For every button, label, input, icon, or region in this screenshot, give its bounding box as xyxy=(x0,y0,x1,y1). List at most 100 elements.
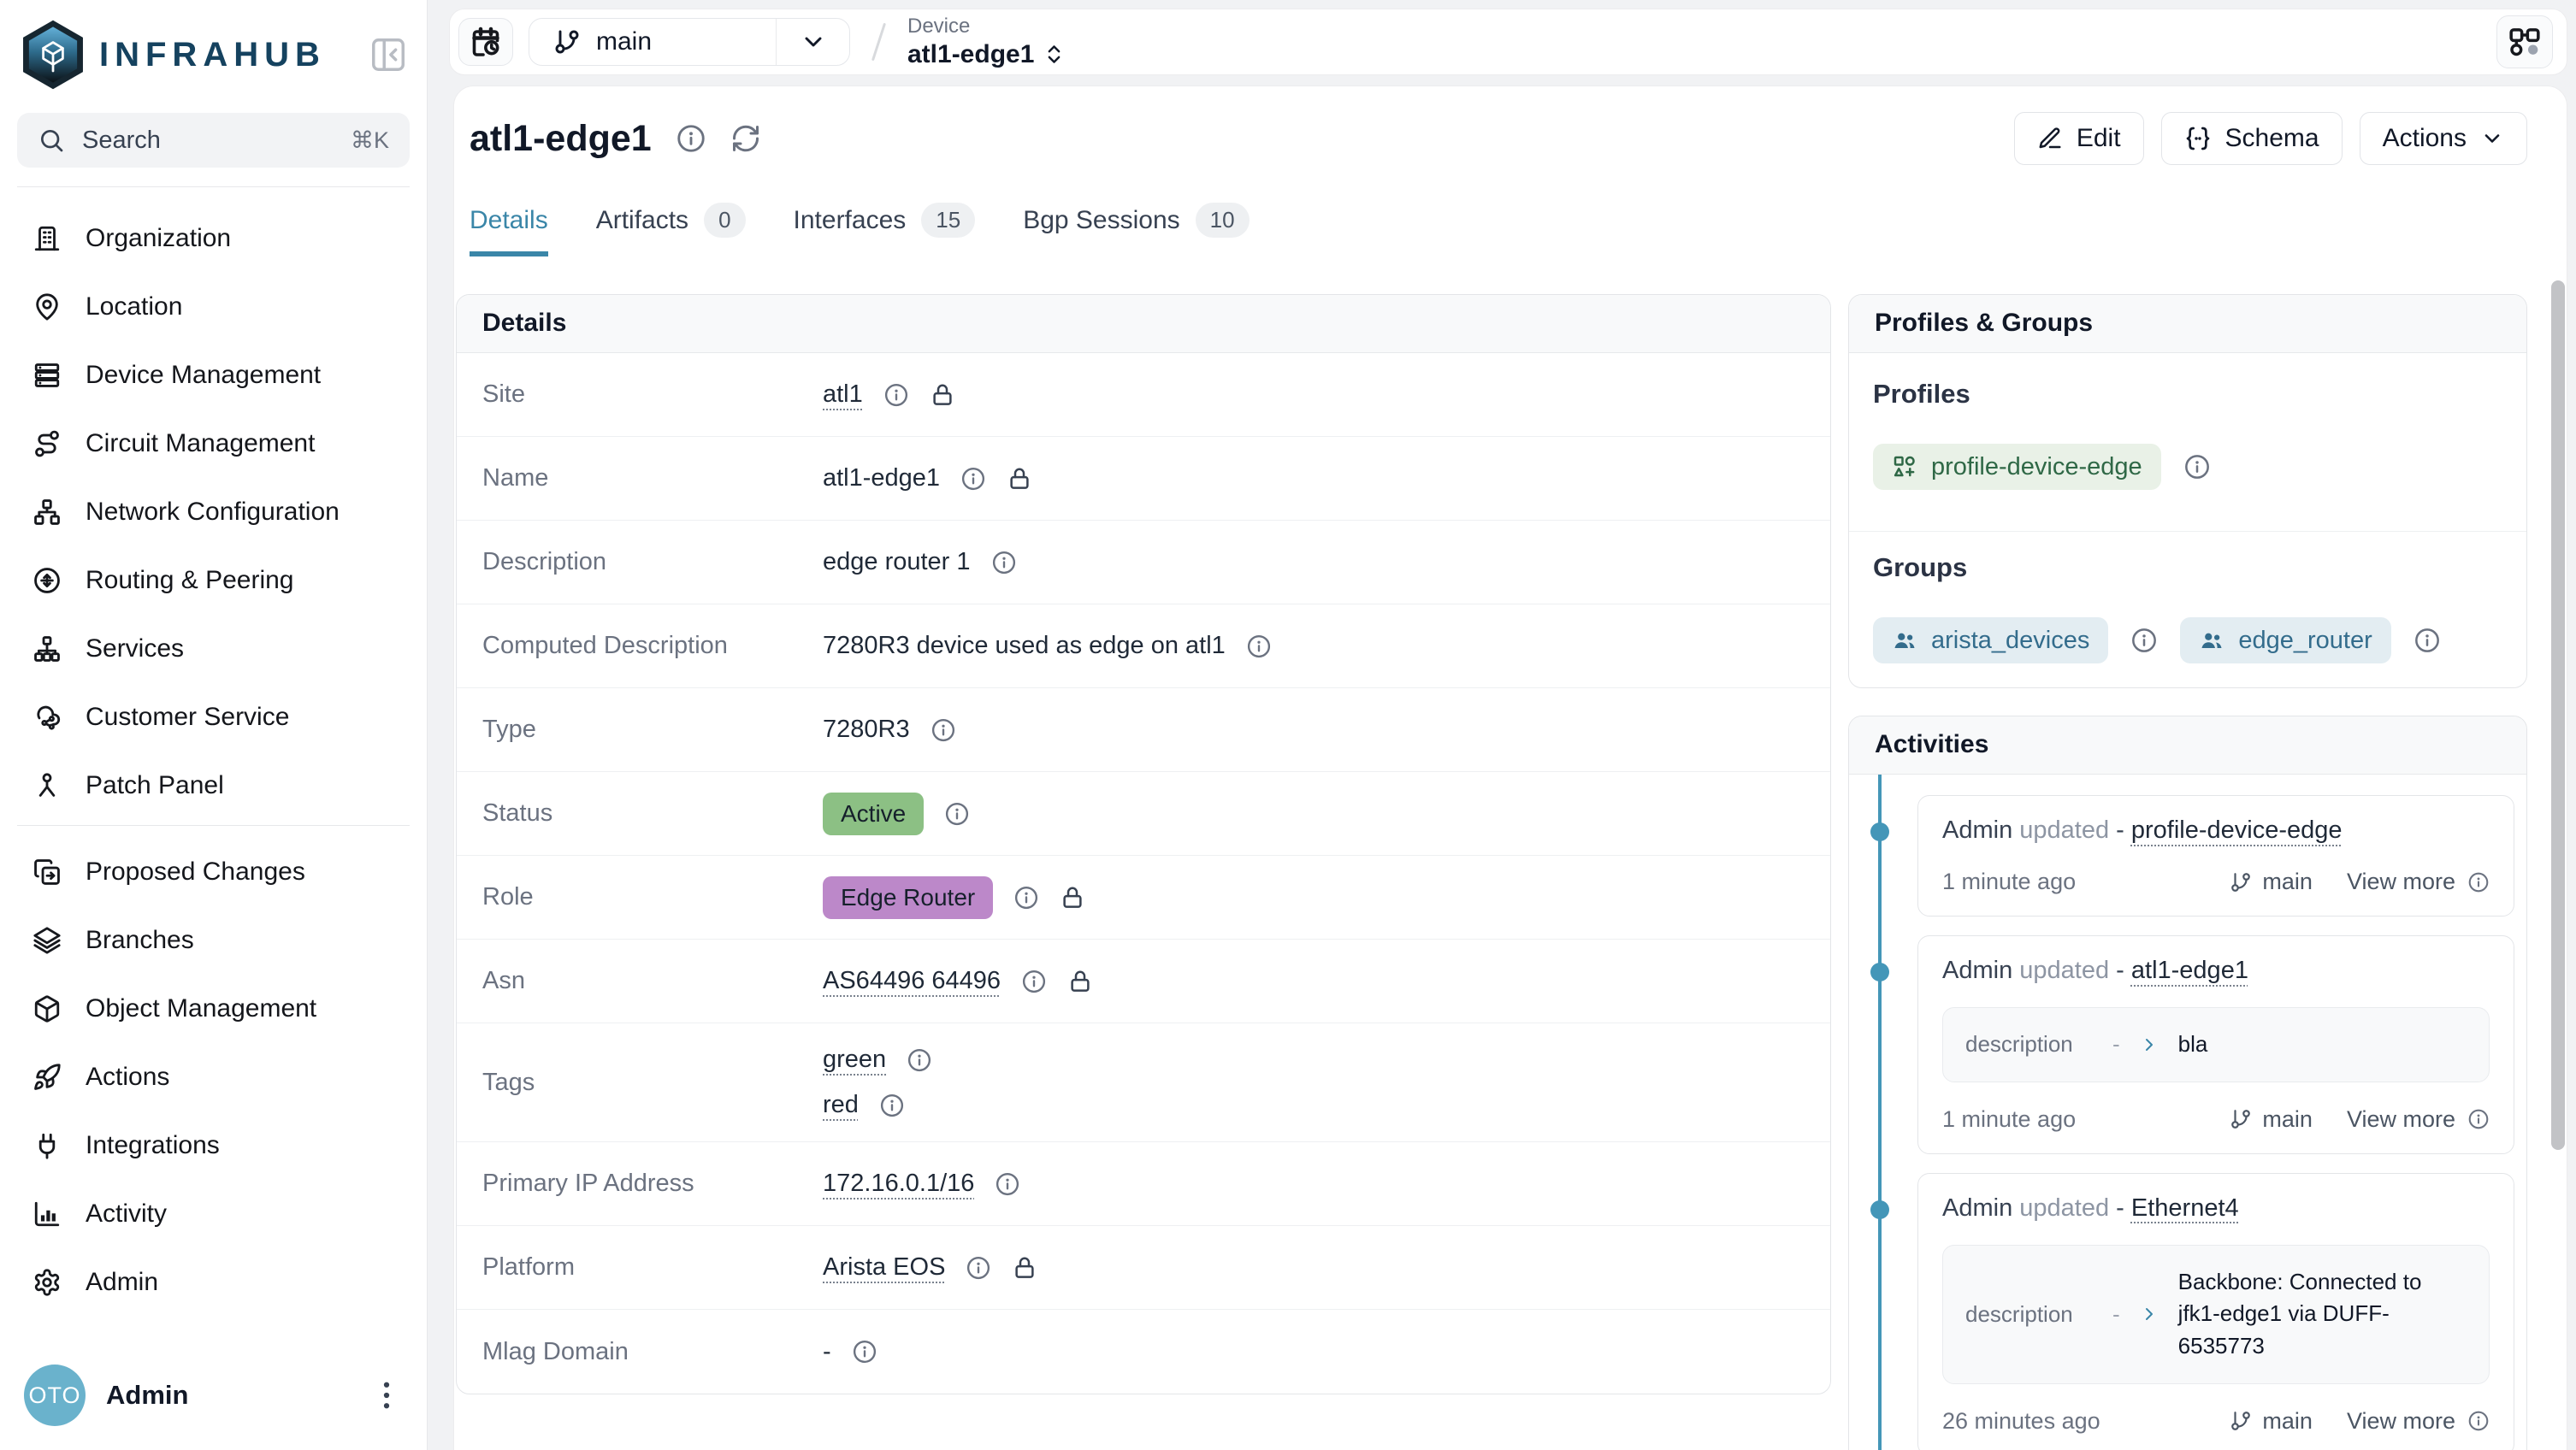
activity-time: 1 minute ago xyxy=(1942,1106,2230,1133)
edit-button[interactable]: Edit xyxy=(2014,112,2144,165)
sidebar-item-label: Integrations xyxy=(86,1131,220,1160)
sidebar-item-organization[interactable]: Organization xyxy=(0,204,427,273)
sidebar-item-network-configuration[interactable]: Network Configuration xyxy=(0,478,427,546)
sidebar-item-location[interactable]: Location xyxy=(0,273,427,341)
group-chip[interactable]: edge_router xyxy=(2180,617,2390,663)
tab-details[interactable]: Details xyxy=(470,203,548,256)
activity-target-link[interactable]: atl1-edge1 xyxy=(2131,957,2248,984)
activity-branch[interactable]: main xyxy=(2230,1106,2313,1133)
info-icon[interactable] xyxy=(966,1255,991,1281)
schema-button[interactable]: Schema xyxy=(2161,112,2343,165)
git-branch-icon xyxy=(2230,1410,2252,1432)
info-icon[interactable] xyxy=(991,550,1017,575)
content-columns: Details Siteatl1Nameatl1-edge1Descriptio… xyxy=(456,294,2527,1450)
info-icon[interactable] xyxy=(2414,627,2441,654)
group-chip[interactable]: arista_devices xyxy=(1873,617,2108,663)
branch-dropdown-button[interactable] xyxy=(776,19,849,65)
value-link[interactable]: AS64496 64496 xyxy=(823,967,1001,995)
sidebar-item-device-management[interactable]: Device Management xyxy=(0,341,427,410)
info-icon[interactable] xyxy=(883,382,909,408)
activity-branch[interactable]: main xyxy=(2230,1408,2313,1435)
sidebar-item-actions[interactable]: Actions xyxy=(0,1043,427,1111)
workflow-view-button[interactable] xyxy=(2496,15,2553,68)
page-title: atl1-edge1 xyxy=(470,118,652,160)
workflow-icon xyxy=(2508,25,2542,59)
tab-interfaces[interactable]: Interfaces15 xyxy=(794,203,976,256)
info-icon[interactable] xyxy=(676,123,706,154)
infrahub-logo-icon xyxy=(21,19,86,91)
view-more-button[interactable]: View more xyxy=(2347,1106,2490,1133)
sidebar-item-circuit-management[interactable]: Circuit Management xyxy=(0,410,427,478)
info-icon[interactable] xyxy=(879,1093,905,1118)
user-options-icon[interactable] xyxy=(369,1377,405,1413)
activity-actor: Admin xyxy=(1942,1194,2012,1222)
search-input[interactable]: Search ⌘K xyxy=(17,113,410,168)
activity-target-link[interactable]: profile-device-edge xyxy=(2131,816,2343,844)
user-name: Admin xyxy=(106,1380,348,1411)
status-badge: Edge Router xyxy=(823,876,993,919)
info-icon[interactable] xyxy=(931,717,956,743)
branch-selector[interactable]: main xyxy=(529,18,850,66)
sidebar-item-object-management[interactable]: Object Management xyxy=(0,975,427,1043)
detail-label: Status xyxy=(457,799,823,828)
info-icon[interactable] xyxy=(907,1047,932,1073)
diff-property: description xyxy=(1965,1301,2094,1328)
refresh-icon[interactable] xyxy=(730,123,761,154)
time-travel-button[interactable] xyxy=(458,18,513,66)
sidebar-item-services[interactable]: Services xyxy=(0,615,427,683)
actions-button[interactable]: Actions xyxy=(2360,112,2527,165)
diff-icon xyxy=(32,858,62,887)
tab-artifacts[interactable]: Artifacts0 xyxy=(596,203,746,256)
collapse-sidebar-icon[interactable] xyxy=(369,35,408,74)
value-text: atl1-edge1 xyxy=(823,464,940,492)
breadcrumb-object-selector[interactable]: atl1-edge1 xyxy=(907,40,1066,68)
view-more-button[interactable]: View more xyxy=(2347,869,2490,895)
info-icon[interactable] xyxy=(995,1171,1020,1197)
detail-row-site: Siteatl1 xyxy=(457,353,1830,437)
value-text: 7280R3 xyxy=(823,716,910,744)
value-link[interactable]: 172.16.0.1/16 xyxy=(823,1170,974,1198)
info-icon[interactable] xyxy=(852,1339,877,1365)
sidebar-item-label: Customer Service xyxy=(86,703,289,732)
calendar-clock-icon xyxy=(470,27,501,57)
detail-row-role: RoleEdge Router xyxy=(457,856,1830,940)
info-icon[interactable] xyxy=(960,466,986,492)
info-icon[interactable] xyxy=(2130,627,2158,654)
user-menu[interactable]: OTO Admin xyxy=(0,1347,427,1450)
profile-chip[interactable]: profile-device-edge xyxy=(1873,444,2161,490)
tab-count-badge: 15 xyxy=(921,203,975,238)
info-icon[interactable] xyxy=(1246,634,1272,659)
sidebar-nav-primary: OrganizationLocationDevice ManagementCir… xyxy=(0,187,427,820)
info-icon[interactable] xyxy=(944,801,970,827)
profiles-section: Profiles profile-device-edge xyxy=(1849,353,2526,531)
lock-icon xyxy=(1060,885,1085,911)
profile-chip-label: profile-device-edge xyxy=(1931,453,2142,481)
sidebar-item-admin[interactable]: Admin xyxy=(0,1248,427,1317)
tab-count-badge: 10 xyxy=(1196,203,1250,238)
view-more-button[interactable]: View more xyxy=(2347,1408,2490,1435)
route-icon xyxy=(32,429,62,458)
breadcrumb: Device atl1-edge1 xyxy=(907,16,1066,68)
value-link[interactable]: Arista EOS xyxy=(823,1253,945,1282)
sidebar-item-patch-panel[interactable]: Patch Panel xyxy=(0,752,427,820)
info-icon[interactable] xyxy=(1021,969,1047,994)
tab-bgp-sessions[interactable]: Bgp Sessions10 xyxy=(1023,203,1249,256)
info-icon[interactable] xyxy=(2183,453,2211,480)
sidebar-item-routing-peering[interactable]: Routing & Peering xyxy=(0,546,427,615)
info-icon[interactable] xyxy=(1013,885,1039,911)
tag-link[interactable]: red xyxy=(823,1091,859,1119)
map-pin-icon xyxy=(32,292,62,321)
sidebar-item-proposed-changes[interactable]: Proposed Changes xyxy=(0,838,427,906)
value-link[interactable]: atl1 xyxy=(823,380,863,409)
activity-branch[interactable]: main xyxy=(2230,869,2313,895)
sidebar-item-activity[interactable]: Activity xyxy=(0,1180,427,1248)
tag-link[interactable]: green xyxy=(823,1046,886,1074)
detail-value: 7280R3 xyxy=(823,716,956,744)
brand-name: INFRAHUB xyxy=(99,36,369,74)
scrollbar[interactable] xyxy=(2551,280,2565,1150)
sidebar-item-customer-service[interactable]: Customer Service xyxy=(0,683,427,752)
sidebar-item-integrations[interactable]: Integrations xyxy=(0,1111,427,1180)
activity-target-link[interactable]: Ethernet4 xyxy=(2131,1194,2239,1222)
users-icon xyxy=(2199,628,2224,653)
sidebar-item-branches[interactable]: Branches xyxy=(0,906,427,975)
